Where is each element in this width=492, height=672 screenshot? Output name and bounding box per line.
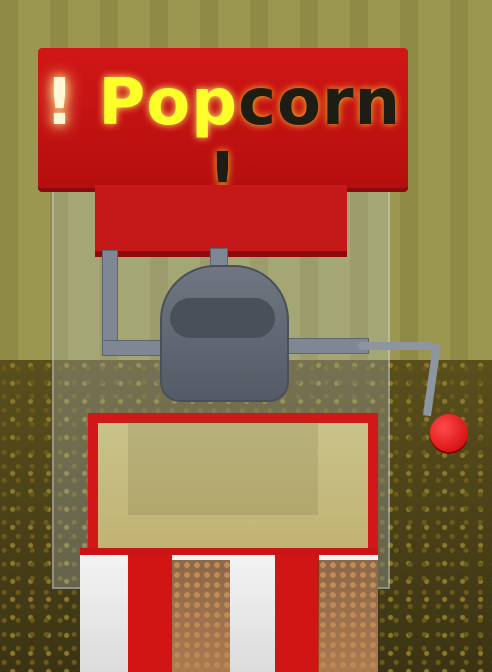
rust-patch — [318, 560, 378, 672]
base-stripe — [128, 555, 172, 672]
left-pipe — [102, 250, 118, 347]
tray-shadow — [128, 420, 318, 515]
popcorn-sign: ! Popcorn ! — [38, 48, 408, 214]
popcorn-machine-scene: ! Popcorn ! — [0, 0, 492, 672]
sign-prefix: ! — [44, 66, 76, 140]
right-arm-pipe — [275, 338, 369, 354]
crank-handle[interactable] — [358, 342, 434, 350]
cabinet-inner-top — [95, 185, 347, 257]
base-stripe — [275, 555, 319, 672]
kettle-lid — [170, 298, 275, 338]
sign-word-part-2: corn — [238, 66, 402, 140]
crank-knob[interactable] — [430, 414, 468, 452]
sign-word-part-1: Pop — [98, 66, 239, 140]
rust-patch — [172, 560, 230, 672]
